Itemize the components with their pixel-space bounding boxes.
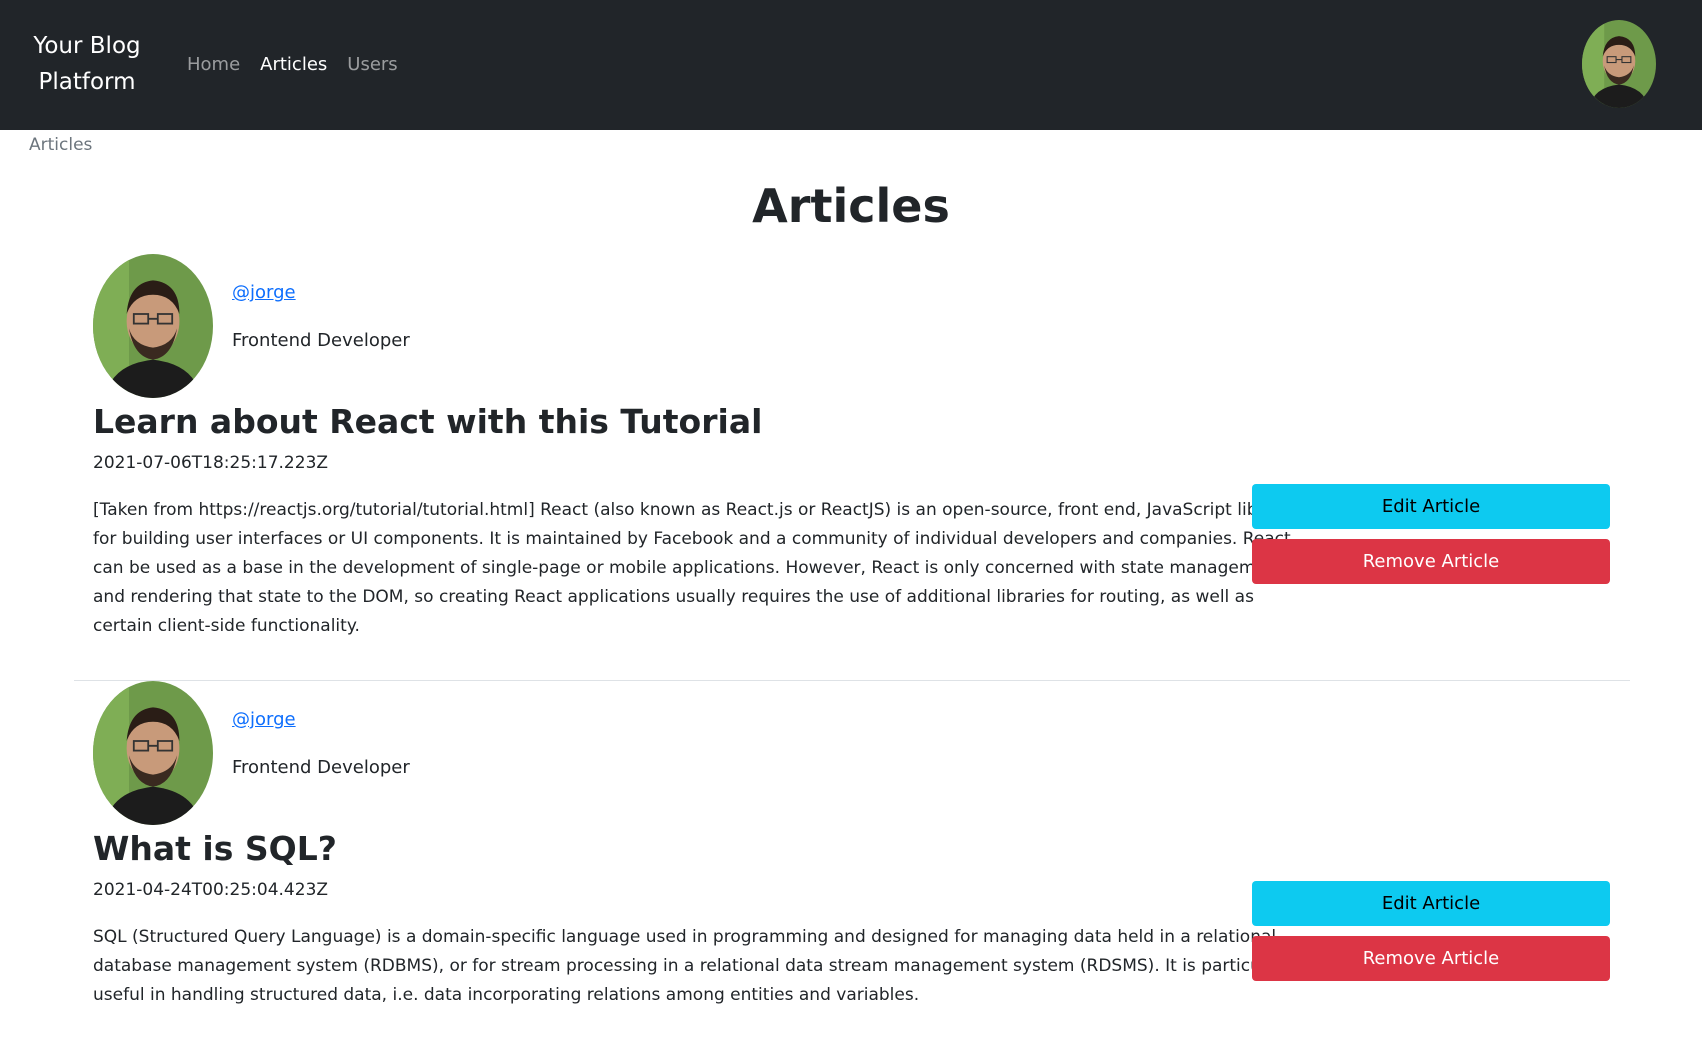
article-date: 2021-04-24T00:25:04.423Z [93, 880, 329, 900]
author-role: Frontend Developer [232, 757, 410, 778]
brand-logo[interactable]: Your Blog Platform [20, 28, 154, 100]
nav-link-articles[interactable]: Articles [260, 51, 327, 79]
edit-article-button[interactable]: Edit Article [1252, 484, 1610, 529]
article-title: Learn about React with this Tutorial [93, 402, 763, 441]
author-avatar [93, 254, 213, 398]
avatar-image [93, 254, 213, 398]
author-handle-link[interactable]: @jorge [232, 280, 296, 306]
user-avatar-icon[interactable] [1582, 20, 1656, 108]
article-body: [Taken from https://reactjs.org/tutorial… [93, 500, 1292, 636]
edit-article-button[interactable]: Edit Article [1252, 881, 1610, 926]
author-avatar [93, 681, 213, 825]
breadcrumb: Articles [29, 135, 93, 155]
avatar-image [93, 681, 213, 825]
nav-links: Home Articles Users [187, 51, 398, 79]
avatar-image [1582, 20, 1656, 108]
article-card: @jorge Frontend Developer What is SQL? 2… [74, 680, 1630, 1005]
article-title: What is SQL? [93, 829, 337, 868]
article-date: 2021-07-06T18:25:17.223Z [93, 453, 329, 473]
nav-link-users[interactable]: Users [347, 51, 397, 79]
remove-article-button[interactable]: Remove Article [1252, 936, 1610, 981]
nav-link-home[interactable]: Home [187, 51, 240, 79]
top-navbar: Your Blog Platform Home Articles Users [0, 0, 1702, 130]
page-title: Articles [752, 179, 950, 233]
article-body: SQL (Structured Query Language) is a dom… [93, 927, 1298, 1005]
author-role: Frontend Developer [232, 330, 410, 351]
remove-article-button[interactable]: Remove Article [1252, 539, 1610, 584]
author-handle-link[interactable]: @jorge [232, 707, 296, 733]
